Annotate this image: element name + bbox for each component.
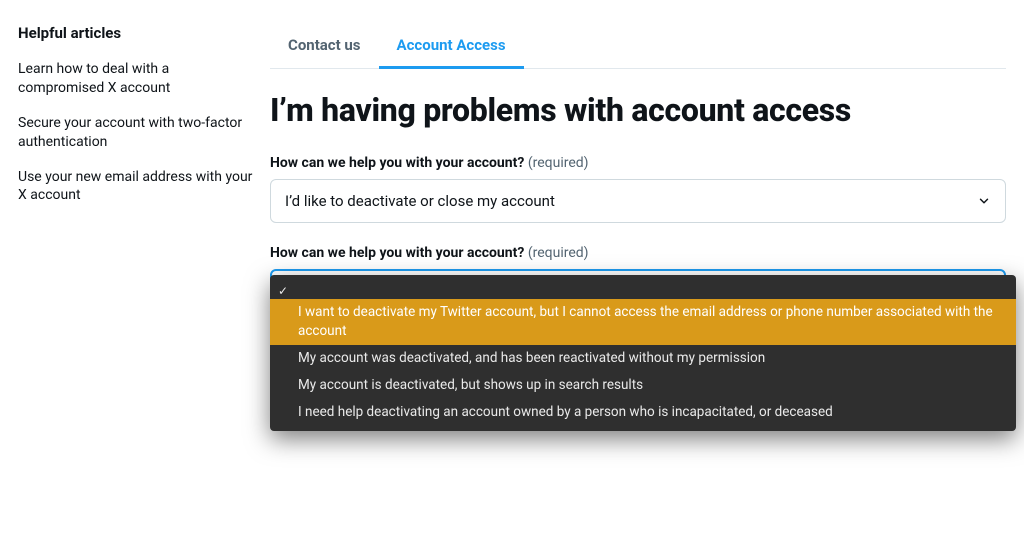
sidebar-title: Helpful articles	[18, 24, 258, 42]
check-icon: ✓	[278, 283, 288, 300]
helpful-articles-sidebar: Helpful articles Learn how to deal with …	[18, 24, 258, 335]
sidebar-link-email[interactable]: Use your new email address with your X a…	[18, 168, 258, 206]
field2-label: How can we help you with your account? (…	[270, 245, 1006, 261]
select2-dropdown: ✓ I want to deactivate my Twitter accoun…	[270, 275, 1016, 431]
dropdown-option-incapacitated-deceased[interactable]: I need help deactivating an account owne…	[270, 399, 1016, 426]
field2-label-text: How can we help you with your account?	[270, 245, 524, 261]
option-text: My account was deactivated, and has been…	[298, 350, 765, 366]
chevron-down-icon	[977, 194, 991, 208]
field-help-account-2: How can we help you with your account? (…	[270, 245, 1006, 313]
tab-account-access[interactable]: Account Access	[379, 24, 524, 69]
option-text: I need help deactivating an account owne…	[298, 404, 833, 420]
page-title: I’m having problems with account access	[270, 91, 1006, 129]
dropdown-option-shows-in-search[interactable]: My account is deactivated, but shows up …	[270, 372, 1016, 399]
dropdown-option-deactivate-no-access[interactable]: I want to deactivate my Twitter account,…	[270, 299, 1016, 345]
main-content: Contact us Account Access I’m having pro…	[270, 24, 1006, 335]
select1-value: I’d like to deactivate or close my accou…	[285, 192, 555, 210]
tabs-nav: Contact us Account Access	[270, 24, 1006, 69]
field2-required: (required)	[528, 245, 589, 261]
field1-required: (required)	[528, 155, 589, 171]
select-help-account-1[interactable]: I’d like to deactivate or close my accou…	[270, 179, 1006, 223]
field-help-account-1: How can we help you with your account? (…	[270, 155, 1006, 223]
tab-contact-us[interactable]: Contact us	[270, 24, 379, 69]
field1-label-text: How can we help you with your account?	[270, 155, 524, 171]
option-text: I want to deactivate my Twitter account,…	[298, 304, 993, 339]
sidebar-link-compromised[interactable]: Learn how to deal with a compromised X a…	[18, 60, 258, 98]
sidebar-link-2fa[interactable]: Secure your account with two-factor auth…	[18, 114, 258, 152]
dropdown-option-reactivated-no-permission[interactable]: My account was deactivated, and has been…	[270, 345, 1016, 372]
option-text: My account is deactivated, but shows up …	[298, 377, 643, 393]
field1-label: How can we help you with your account? (…	[270, 155, 1006, 171]
dropdown-option-blank[interactable]: ✓	[270, 281, 1016, 299]
